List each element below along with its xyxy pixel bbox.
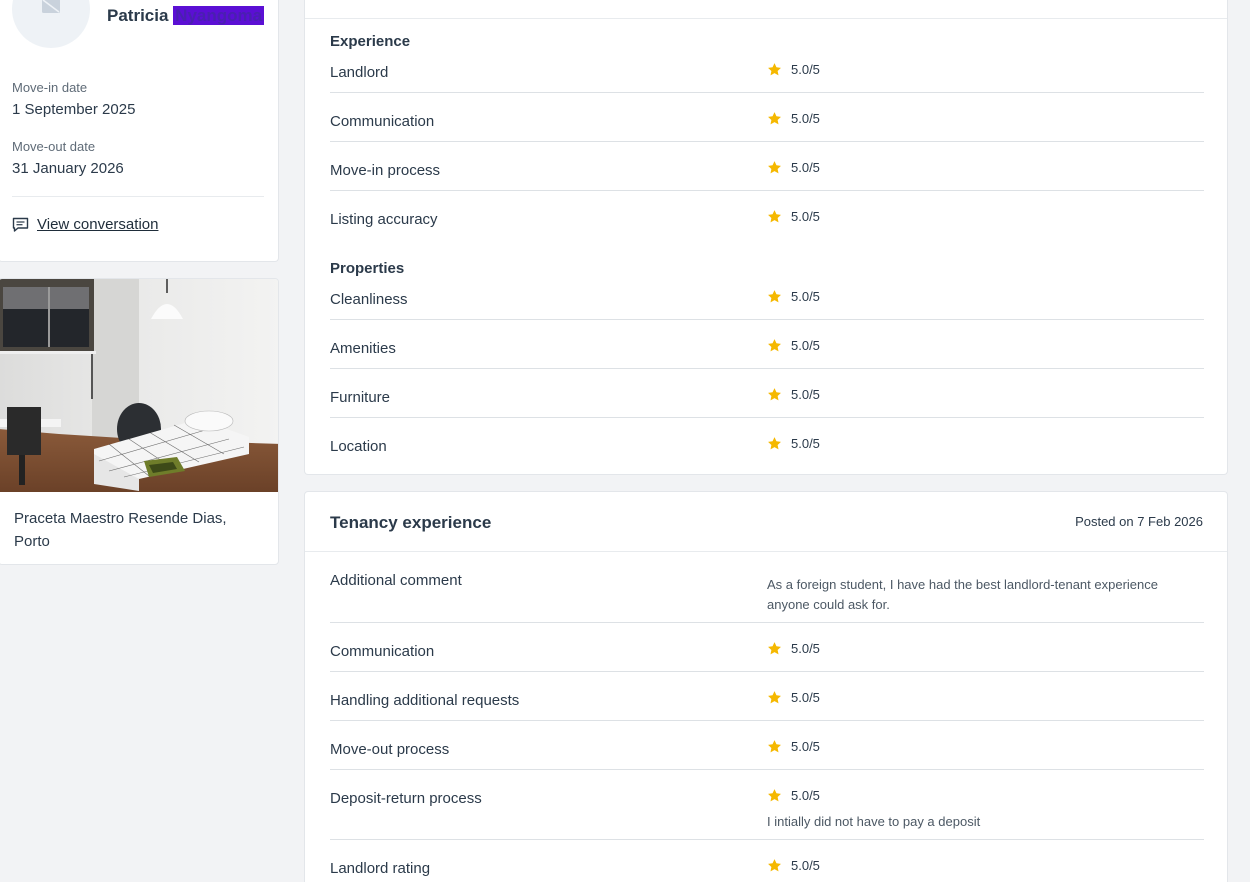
image-placeholder-icon (42, 0, 60, 13)
rating-label: Deposit-return process (330, 790, 482, 807)
divider (330, 671, 1204, 672)
view-conversation-label[interactable]: View conversation (37, 216, 158, 233)
posted-date: Posted on 7 Feb 2026 (1075, 514, 1203, 529)
star-icon (768, 437, 781, 450)
listing-address[interactable]: Praceta Maestro Resende Dias, Porto (14, 507, 254, 553)
rating-value: 5.0/5 (767, 387, 820, 402)
tenancy-experience-panel: Tenancy experience Posted on 7 Feb 2026 … (304, 491, 1228, 882)
rating-label: Landlord rating (330, 860, 431, 877)
divider (330, 319, 1204, 320)
additional-comment-text: As a foreign student, I have had the bes… (767, 577, 1158, 612)
divider (330, 839, 1204, 840)
rating-value: 5.0/5 (767, 338, 820, 353)
star-icon (768, 691, 781, 704)
rating-score: 5.0/5 (791, 858, 820, 873)
rating-score: 5.0/5 (791, 436, 820, 451)
listing-card[interactable]: Praceta Maestro Resende Dias, Porto (0, 278, 279, 565)
rating-label: Location (330, 438, 387, 455)
rating-label: Handling additional requests (330, 692, 520, 709)
divider (330, 769, 1204, 770)
rating-label: Cleanliness (330, 291, 408, 308)
rating-value: 5.0/5 (767, 739, 820, 754)
star-icon (768, 789, 781, 802)
star-icon (768, 642, 781, 655)
rating-label: Move-out process (330, 741, 450, 758)
divider (305, 18, 1227, 19)
star-icon (768, 63, 781, 76)
rating-score: 5.0/5 (791, 690, 820, 705)
move-in-value: 1 September 2025 (12, 101, 136, 118)
divider (330, 190, 1204, 191)
rating-score: 5.0/5 (791, 338, 820, 353)
rating-label: Furniture (330, 389, 391, 406)
divider (330, 141, 1204, 142)
tenant-profile-card: Patricia Nyangoma Move-in date 1 Septemb… (0, 0, 279, 262)
properties-section-title: Properties (330, 260, 405, 277)
rating-score: 5.0/5 (791, 641, 820, 656)
move-out-label: Move-out date (12, 139, 96, 154)
rating-score: 5.0/5 (791, 788, 820, 803)
rating-score: 5.0/5 (791, 62, 820, 77)
rating-value: 5.0/5 (767, 641, 820, 656)
divider (330, 417, 1204, 418)
tenant-first-name: Patricia (107, 6, 169, 25)
chat-icon (12, 217, 29, 232)
rating-score: 5.0/5 (791, 160, 820, 175)
star-icon (768, 290, 781, 303)
star-icon (768, 388, 781, 401)
rating-score: 5.0/5 (791, 387, 820, 402)
move-in-label: Move-in date (12, 80, 88, 95)
rating-score: 5.0/5 (791, 209, 820, 224)
rating-label: Communication (330, 113, 435, 130)
divider (330, 622, 1204, 623)
rating-value: 5.0/5 (767, 209, 820, 224)
rating-label: Listing accuracy (330, 211, 438, 228)
rating-score: 5.0/5 (791, 289, 820, 304)
rating-value: 5.0/5 (767, 858, 820, 873)
tenancy-experience-title: Tenancy experience (330, 513, 492, 532)
divider (330, 368, 1204, 369)
star-icon (768, 740, 781, 753)
rating-value: 5.0/5 (767, 62, 820, 77)
divider (330, 720, 1204, 721)
rating-value: 5.0/5 (767, 160, 820, 175)
star-icon (768, 339, 781, 352)
star-icon (768, 112, 781, 125)
rating-label: Move-in process (330, 162, 441, 179)
view-conversation-link[interactable]: View conversation (12, 216, 158, 233)
additional-comment-label: Additional comment (330, 572, 462, 589)
experience-section-title: Experience (330, 33, 411, 50)
tenant-last-name-redacted: Nyangoma (173, 6, 265, 25)
rating-value: 5.0/5 (767, 436, 820, 451)
rating-value: 5.0/5 (767, 111, 820, 126)
avatar (12, 0, 90, 48)
rating-value: 5.0/5 (767, 788, 820, 803)
move-out-value: 31 January 2026 (12, 160, 124, 177)
tenant-name: Patricia Nyangoma (107, 6, 265, 26)
divider (12, 196, 264, 197)
rating-score: 5.0/5 (791, 111, 820, 126)
divider (305, 551, 1227, 552)
rating-value: 5.0/5 (767, 289, 820, 304)
rating-value: 5.0/5 (767, 690, 820, 705)
listing-photo[interactable] (0, 279, 279, 492)
star-icon (768, 161, 781, 174)
star-icon (768, 859, 781, 872)
rating-label: Amenities (330, 340, 396, 357)
rating-label: Landlord (330, 64, 389, 81)
rating-score: 5.0/5 (791, 739, 820, 754)
divider (330, 92, 1204, 93)
rating-label: Communication (330, 643, 435, 660)
star-icon (768, 210, 781, 223)
ratings-panel: Experience Landlord 5.0/5 Communication … (304, 0, 1228, 475)
rating-note: I intially did not have to pay a deposit (767, 814, 981, 829)
